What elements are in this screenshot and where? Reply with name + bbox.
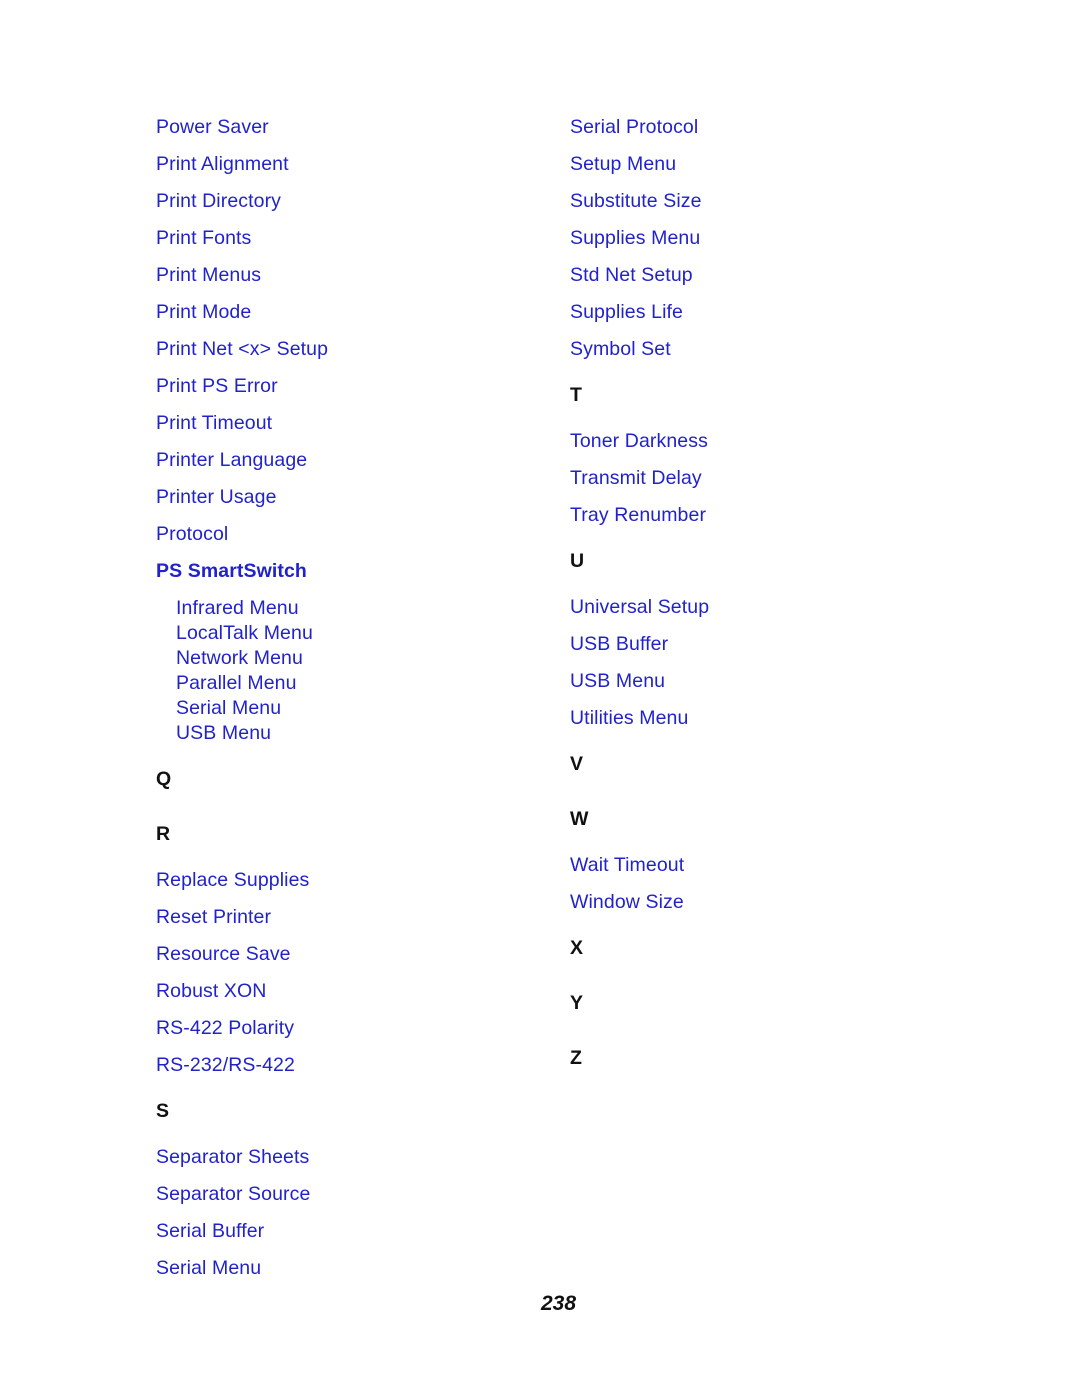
index-entry-symbol-set[interactable]: Symbol Set [570, 339, 950, 377]
index-letter-heading-t: T [570, 384, 582, 406]
index-entry-wait-timeout[interactable]: Wait Timeout [570, 855, 950, 893]
index-entry-ps-smartswitch[interactable]: PS SmartSwitch [156, 561, 536, 599]
index-entry-printer-usage[interactable]: Printer Usage [156, 487, 536, 525]
index-column-left: Power Saver Print Alignment Print Director… [156, 117, 536, 1296]
index-entry-print-fonts[interactable]: Print Fonts [156, 228, 536, 266]
index-entry-setup-menu[interactable]: Setup Menu [570, 154, 950, 192]
index-entry-serial-protocol[interactable]: Serial Protocol [570, 117, 950, 155]
index-letter-heading-r: R [156, 823, 171, 845]
index-letter-heading-v: V [570, 753, 584, 775]
index-entry-printer-language[interactable]: Printer Language [156, 450, 536, 488]
index-entry-usb-buffer[interactable]: USB Buffer [570, 634, 950, 672]
index-entry-resource-save[interactable]: Resource Save [156, 944, 536, 982]
index-entry-serial-buffer[interactable]: Serial Buffer [156, 1221, 536, 1259]
index-entry-universal-setup[interactable]: Universal Setup [570, 597, 950, 635]
index-entry-print-timeout[interactable]: Print Timeout [156, 413, 536, 451]
index-spacer [156, 749, 536, 761]
index-entry-print-ps-error[interactable]: Print PS Error [156, 376, 536, 414]
index-subentry-usb-menu[interactable]: USB Menu [176, 723, 536, 749]
index-entry-utilities-menu[interactable]: Utilities Menu [570, 708, 950, 746]
index-letter-heading-q: Q [156, 768, 172, 790]
index-entry-rs-422-polarity[interactable]: RS-422 Polarity [156, 1018, 536, 1056]
index-subentry-parallel-menu[interactable]: Parallel Menu [176, 673, 536, 699]
index-entry-print-mode[interactable]: Print Mode [156, 302, 536, 340]
index-letter-heading-z: Z [570, 1047, 582, 1069]
index-entry-serial-menu[interactable]: Serial Menu [156, 1258, 536, 1296]
index-subentry-serial-menu[interactable]: Serial Menu [176, 698, 536, 724]
index-letter-heading-w: W [570, 808, 589, 830]
index-entry-robust-xon[interactable]: Robust XON [156, 981, 536, 1019]
index-subentry-infrared-menu[interactable]: Infrared Menu [176, 598, 536, 624]
page-number: 238 [541, 1292, 577, 1315]
index-entry-substitute-size[interactable]: Substitute Size [570, 191, 950, 229]
index-subentry-localtalk-menu[interactable]: LocalTalk Menu [176, 623, 536, 649]
index-entry-print-alignment[interactable]: Print Alignment [156, 154, 536, 192]
index-entry-replace-supplies[interactable]: Replace Supplies [156, 870, 536, 908]
index-entry-toner-darkness[interactable]: Toner Darkness [570, 431, 950, 469]
index-entry-print-menus[interactable]: Print Menus [156, 265, 536, 303]
index-subentry-network-menu[interactable]: Network Menu [176, 648, 536, 674]
index-entry-separator-source[interactable]: Separator Source [156, 1184, 536, 1222]
index-letter-heading-y: Y [570, 992, 584, 1014]
index-entry-transmit-delay[interactable]: Transmit Delay [570, 468, 950, 506]
index-entry-rs-232-rs-422[interactable]: RS-232/RS-422 [156, 1055, 536, 1093]
index-entry-separator-sheets[interactable]: Separator Sheets [156, 1147, 536, 1185]
index-entry-power-saver[interactable]: Power Saver [156, 117, 536, 155]
index-column-right: Serial Protocol Setup Menu Substitute Size… [570, 117, 950, 1095]
index-letter-heading-u: U [570, 550, 585, 572]
index-entry-print-directory[interactable]: Print Directory [156, 191, 536, 229]
index-entry-window-size[interactable]: Window Size [570, 892, 950, 930]
index-entry-supplies-life[interactable]: Supplies Life [570, 302, 950, 340]
index-letter-heading-x: X [570, 937, 584, 959]
index-entry-supplies-menu[interactable]: Supplies Menu [570, 228, 950, 266]
index-entry-tray-renumber[interactable]: Tray Renumber [570, 505, 950, 543]
index-entry-protocol[interactable]: Protocol [156, 524, 536, 562]
index-entry-print-net-x-setup[interactable]: Print Net <x> Setup [156, 339, 536, 377]
index-page: Power Saver Print Alignment Print Director… [0, 0, 1080, 1397]
index-entry-reset-printer[interactable]: Reset Printer [156, 907, 536, 945]
index-entry-std-net-setup[interactable]: Std Net Setup [570, 265, 950, 303]
index-entry-usb-menu[interactable]: USB Menu [570, 671, 950, 709]
index-letter-heading-s: S [156, 1100, 170, 1122]
